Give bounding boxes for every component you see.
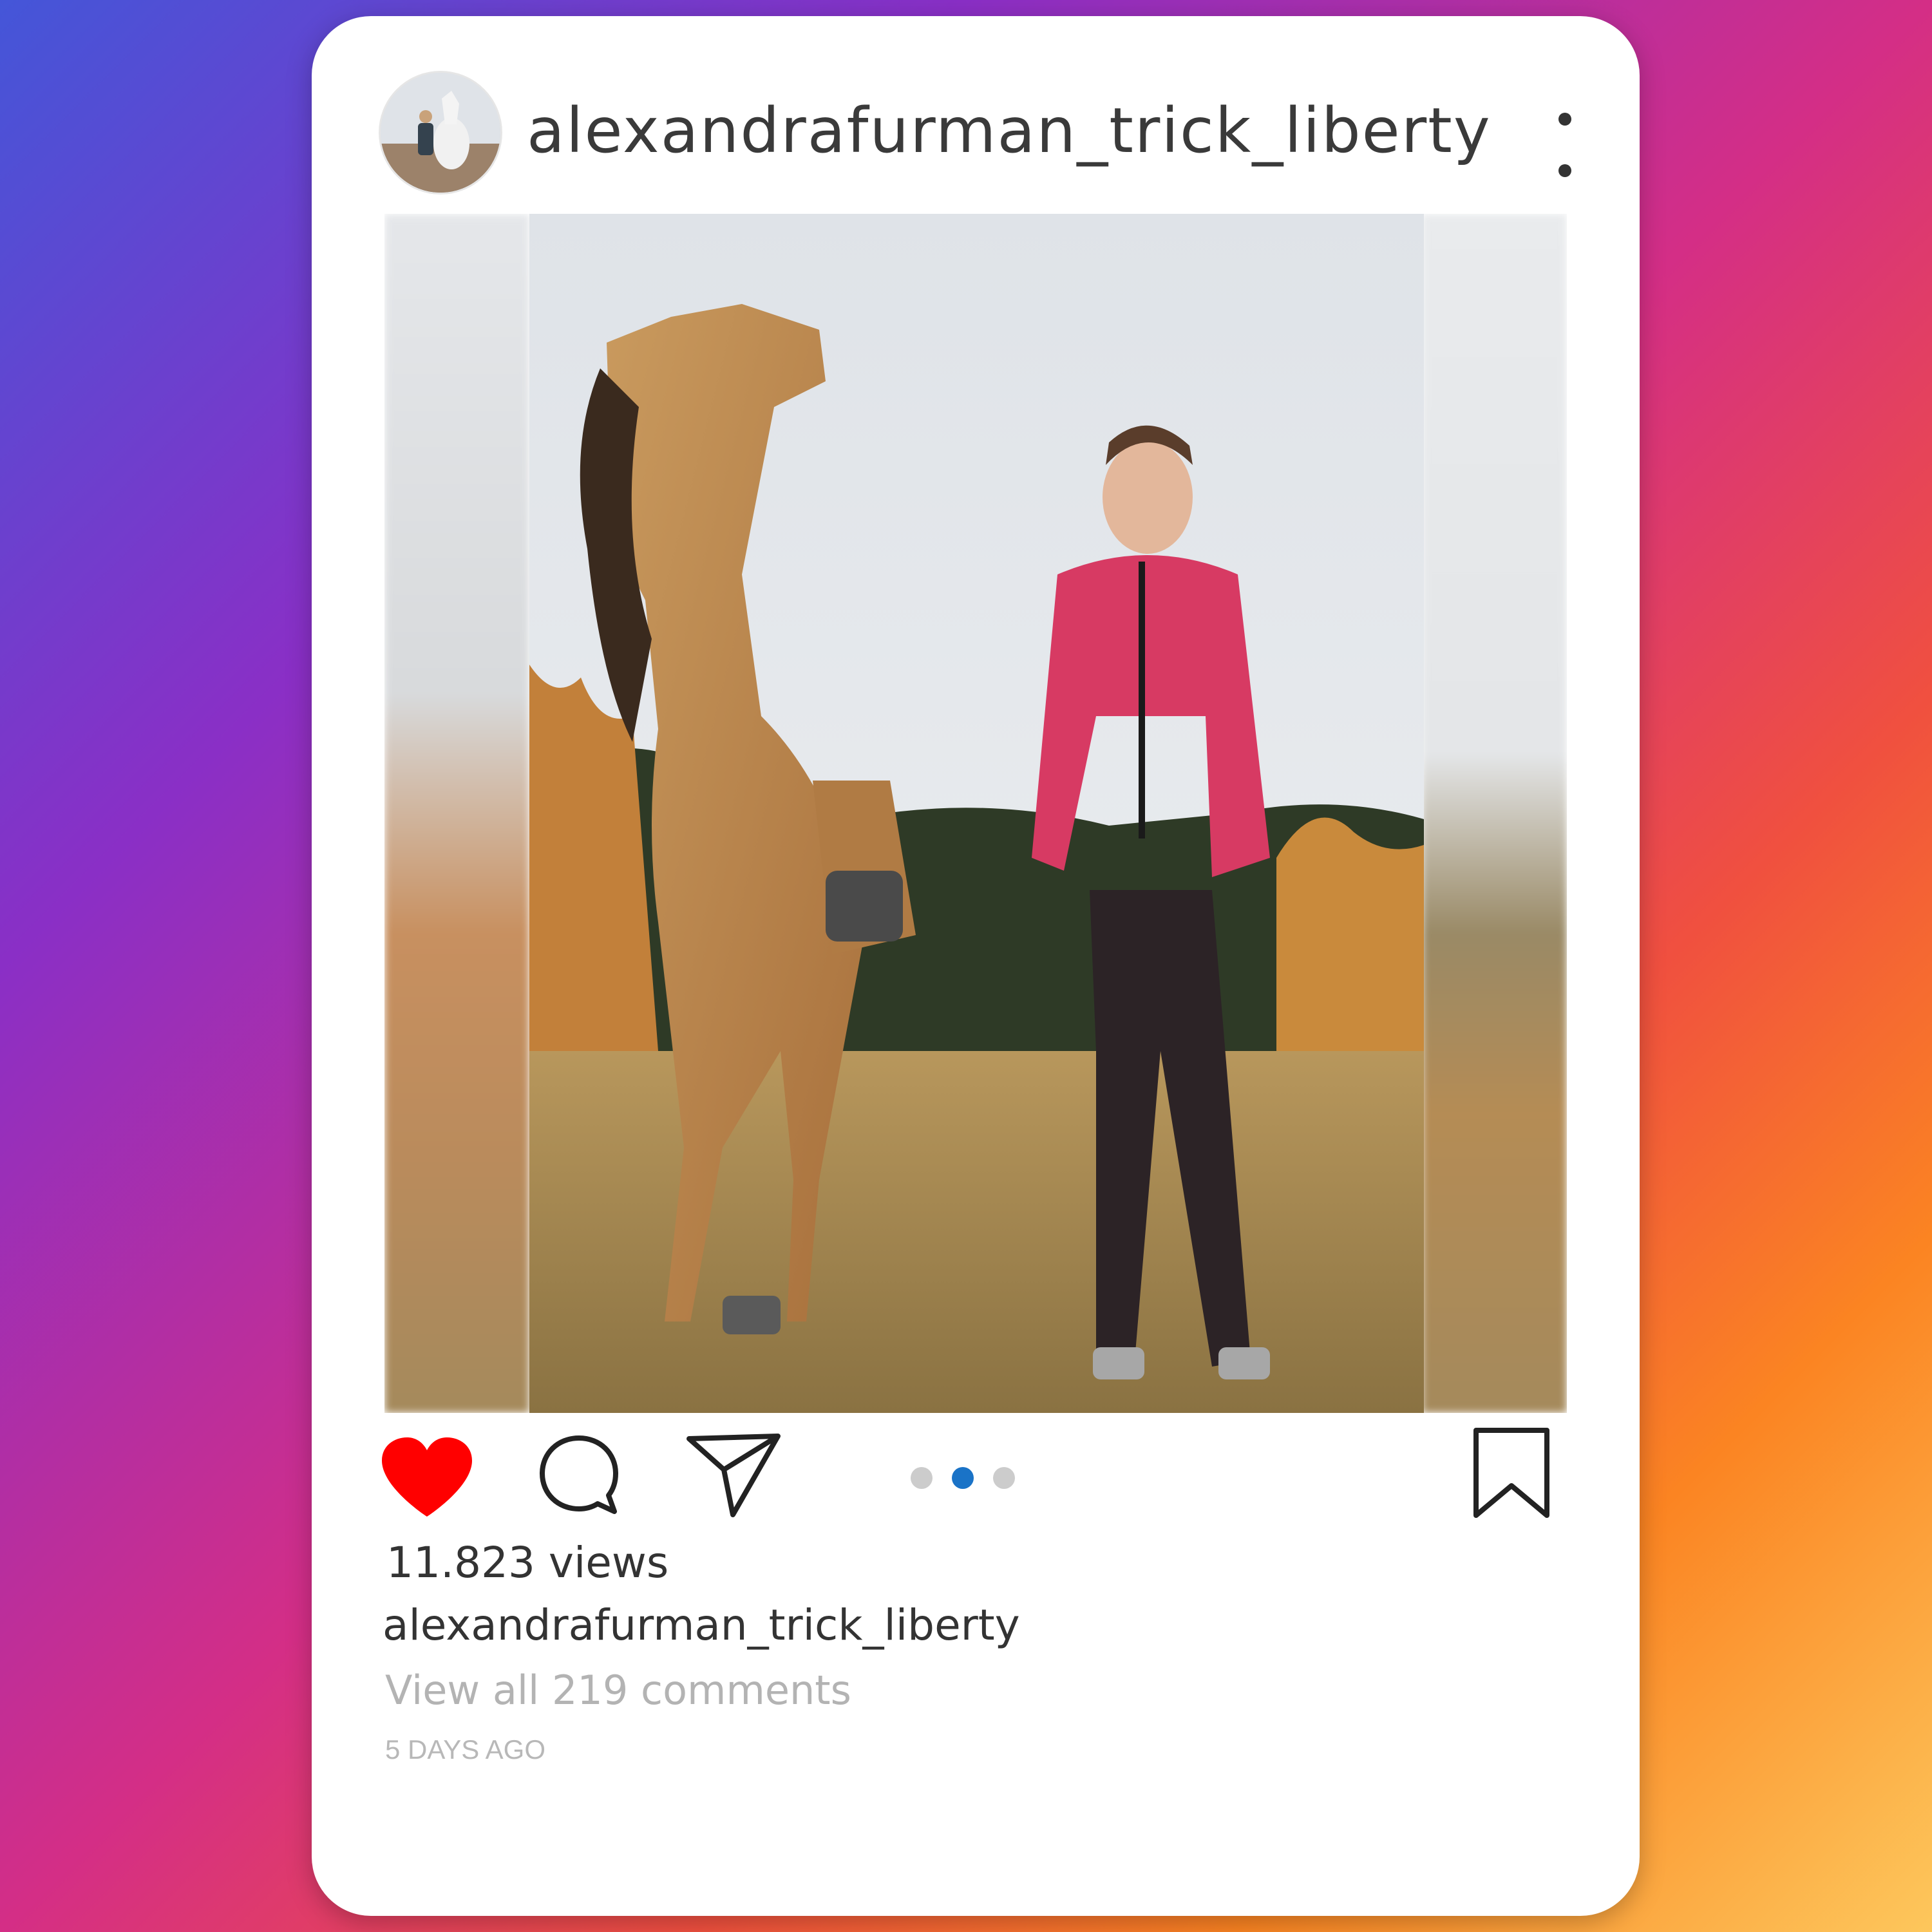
blurred-background-right [1422, 214, 1567, 1413]
more-options-icon[interactable] [1552, 113, 1578, 177]
view-count: 11.823 views [386, 1538, 669, 1587]
comment-icon[interactable] [537, 1433, 621, 1517]
post-timestamp: 5 DAYS AGO [385, 1734, 545, 1765]
carousel-dot[interactable] [911, 1467, 933, 1489]
post-actions [312, 1423, 1640, 1526]
avatar-image [381, 73, 500, 193]
more-dot [1558, 164, 1571, 177]
post-photo [529, 214, 1424, 1413]
post-media[interactable] [384, 214, 1567, 1413]
post-card: alexandrafurman_trick_liberty 11.823 vie… [312, 16, 1640, 1916]
carousel-indicator [911, 1467, 1015, 1489]
blurred-background-left [384, 214, 529, 1413]
post-username[interactable]: alexandrafurman_trick_liberty [527, 100, 1492, 162]
view-comments-link[interactable]: View all 219 comments [385, 1667, 851, 1714]
bookmark-icon[interactable] [1470, 1426, 1553, 1520]
caption-username[interactable]: alexandrafurman_trick_liberty [383, 1600, 1020, 1650]
carousel-dot-active[interactable] [952, 1467, 974, 1489]
carousel-dot[interactable] [993, 1467, 1015, 1489]
heart-icon[interactable] [379, 1436, 475, 1520]
profile-avatar[interactable] [379, 71, 502, 194]
more-dot [1558, 113, 1571, 126]
paper-plane-icon[interactable] [685, 1430, 782, 1520]
